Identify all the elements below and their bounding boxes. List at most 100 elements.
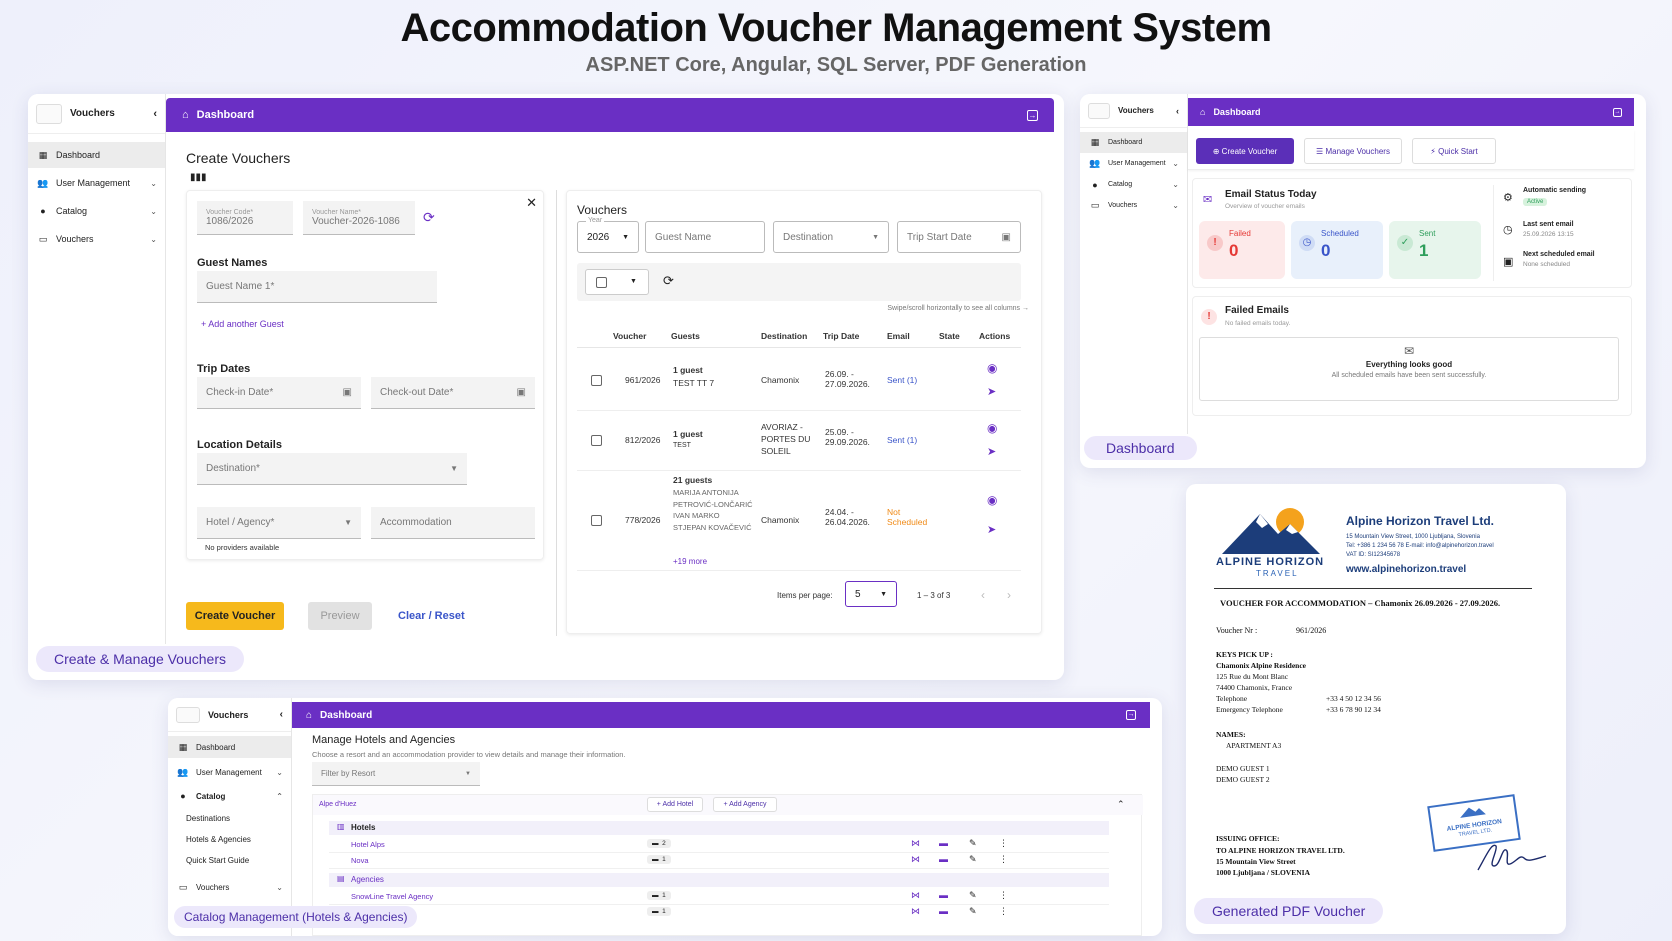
home-icon[interactable]: ⌂: [182, 109, 189, 121]
no-providers-text: No providers available: [205, 543, 280, 552]
email-status[interactable]: Sent (1): [887, 435, 917, 445]
more-guests-link[interactable]: +19 more: [673, 557, 707, 566]
resort-filter[interactable]: Filter by Resort ▼: [312, 762, 480, 786]
send-icon[interactable]: ➤: [987, 523, 996, 536]
collapse-icon[interactable]: ‹: [280, 709, 283, 720]
view-icon[interactable]: ◉: [987, 493, 997, 507]
email-status[interactable]: Sent (1): [887, 375, 917, 385]
edit-icon[interactable]: ✎: [969, 854, 977, 865]
list-item[interactable]: Nova ▬ 1 ⋈ ▬ ✎ ⋮: [329, 853, 1109, 869]
sidebar-item-vouchers[interactable]: ▭ Vouchers ⌄: [168, 875, 291, 899]
email-status[interactable]: Not Scheduled: [887, 507, 933, 527]
clear-reset-button[interactable]: Clear / Reset: [398, 610, 465, 622]
destination-select[interactable]: Destination* ▼: [197, 453, 467, 485]
row-checkbox[interactable]: [591, 515, 602, 526]
trip-start-filter[interactable]: Trip Start Date ▣: [897, 221, 1021, 253]
select-all-checkbox[interactable]: [596, 277, 607, 288]
sidebar-item-vouchers[interactable]: ▭ Vouchers ⌄: [28, 226, 165, 252]
sidebar-item-dashboard[interactable]: ▦ Dashboard: [168, 736, 291, 758]
destination-filter[interactable]: Destination ▼: [773, 221, 889, 253]
sidebar-subitem-hotels-agencies[interactable]: Hotels & Agencies: [168, 829, 291, 850]
refresh-icon[interactable]: ⟳: [663, 273, 674, 289]
room-add-icon[interactable]: ▬: [939, 906, 948, 916]
home-icon[interactable]: ⌂: [306, 710, 312, 721]
sidebar-item-user-management[interactable]: 👥 User Management ⌄: [168, 760, 291, 784]
send-icon[interactable]: ➤: [987, 385, 996, 398]
add-guest-link[interactable]: + Add another Guest: [201, 319, 284, 329]
select-all-dropdown[interactable]: ▼: [585, 269, 649, 295]
edit-icon[interactable]: ✎: [969, 890, 977, 901]
year-select[interactable]: Year 2026 ▼: [577, 217, 639, 253]
guest-name-filter[interactable]: Guest Name: [645, 221, 765, 253]
logout-icon[interactable]: →: [1613, 107, 1622, 117]
grid-icon[interactable]: ▮▮▮: [190, 172, 207, 183]
quick-start-button[interactable]: ⚡ Quick Start: [1412, 138, 1496, 164]
calendar-icon[interactable]: ▣: [343, 387, 352, 398]
next-page-icon[interactable]: ›: [1007, 588, 1011, 602]
sidebar-subitem-quick-start[interactable]: Quick Start Guide: [168, 850, 291, 871]
table-row[interactable]: 961/2026 1 guest TEST TT 7 Chamonix 26.0…: [577, 351, 1021, 411]
more-icon[interactable]: ⋮: [999, 890, 1008, 901]
add-agency-button[interactable]: + Add Agency: [713, 797, 777, 812]
bed-icon: ▬: [652, 840, 659, 847]
list-item[interactable]: ▬ 1 ⋈ ▬ ✎ ⋮: [329, 905, 1109, 921]
share-icon[interactable]: ⋈: [911, 838, 920, 849]
sidebar-item-dashboard[interactable]: ▦ Dashboard: [1080, 132, 1187, 153]
preview-button[interactable]: Preview: [308, 602, 372, 630]
create-voucher-button[interactable]: ⊕ Create Voucher: [1196, 138, 1294, 164]
regenerate-icon[interactable]: ⟳: [423, 209, 435, 226]
row-checkbox[interactable]: [591, 375, 602, 386]
add-hotel-button[interactable]: + Add Hotel: [647, 797, 703, 812]
split-divider[interactable]: [556, 190, 557, 636]
sidebar-item-catalog[interactable]: ● Catalog ⌃: [168, 784, 291, 808]
collapse-icon[interactable]: ‹: [1176, 106, 1179, 116]
share-icon[interactable]: ⋈: [911, 854, 920, 865]
room-add-icon[interactable]: ▬: [939, 890, 948, 900]
voucher-name-field[interactable]: Voucher Name* Voucher-2026-1086: [303, 201, 415, 235]
chevron-up-icon[interactable]: ⌃: [1117, 799, 1125, 810]
send-icon[interactable]: ➤: [987, 445, 996, 458]
calendar-icon[interactable]: ▣: [1002, 232, 1011, 243]
sidebar-item-user-management[interactable]: 👥 User Management ⌄: [28, 170, 165, 196]
accommodation-input[interactable]: Accommodation: [371, 507, 535, 539]
hotel-select[interactable]: Hotel / Agency* ▼: [197, 507, 361, 539]
logout-icon[interactable]: →: [1126, 710, 1136, 720]
close-icon[interactable]: ✕: [526, 195, 537, 211]
table-row[interactable]: 778/2026 21 guests MARIJA ANTONIJA PETRO…: [577, 471, 1021, 571]
voucher-code-field[interactable]: Voucher Code* 1086/2026: [197, 201, 293, 235]
logo-text: ALPINE HORIZON: [1216, 556, 1325, 568]
table-row[interactable]: 812/2026 1 guest TEST AVORIAZ - PORTES D…: [577, 411, 1021, 471]
sidebar-subitem-destinations[interactable]: Destinations: [168, 808, 291, 829]
checkout-input[interactable]: Check-out Date* ▣: [371, 377, 535, 409]
calendar-icon[interactable]: ▣: [517, 387, 526, 398]
prev-page-icon[interactable]: ‹: [981, 588, 985, 602]
edit-icon[interactable]: ✎: [969, 838, 977, 849]
sidebar-item-user-management[interactable]: 👥 User Management ⌄: [1080, 153, 1187, 174]
view-icon[interactable]: ◉: [987, 361, 997, 375]
checkin-input[interactable]: Check-in Date* ▣: [197, 377, 361, 409]
home-icon[interactable]: ⌂: [1200, 107, 1205, 117]
manage-vouchers-button[interactable]: ☰ Manage Vouchers: [1304, 138, 1402, 164]
sidebar-item-dashboard[interactable]: ▦ Dashboard: [28, 142, 165, 168]
share-icon[interactable]: ⋈: [911, 890, 920, 901]
sidebar-item-catalog[interactable]: ● Catalog ⌄: [28, 198, 165, 224]
collapse-icon[interactable]: ‹: [153, 108, 157, 120]
sidebar-item-catalog[interactable]: ● Catalog ⌄: [1080, 174, 1187, 195]
list-item[interactable]: SnowLine Travel Agency ▬ 1 ⋈ ▬ ✎ ⋮: [329, 889, 1109, 905]
create-voucher-button[interactable]: Create Voucher: [186, 602, 284, 630]
room-add-icon[interactable]: ▬: [939, 854, 948, 864]
logout-icon[interactable]: →: [1027, 109, 1038, 121]
list-item[interactable]: Hotel Alps ▬ 2 ⋈ ▬ ✎ ⋮: [329, 837, 1109, 853]
items-per-page-select[interactable]: 5 ▼: [845, 581, 897, 607]
room-add-icon[interactable]: ▬: [939, 838, 948, 848]
more-icon[interactable]: ⋮: [999, 906, 1008, 917]
view-icon[interactable]: ◉: [987, 421, 997, 435]
more-icon[interactable]: ⋮: [999, 838, 1008, 849]
more-icon[interactable]: ⋮: [999, 854, 1008, 865]
edit-icon[interactable]: ✎: [969, 906, 977, 917]
share-icon[interactable]: ⋈: [911, 906, 920, 917]
guest-name-input[interactable]: Guest Name 1*: [197, 271, 437, 303]
sidebar-item-vouchers[interactable]: ▭ Vouchers ⌄: [1080, 195, 1187, 216]
resort-header[interactable]: Alpe d'Huez + Add Hotel + Add Agency ⌃: [313, 795, 1143, 815]
row-checkbox[interactable]: [591, 435, 602, 446]
